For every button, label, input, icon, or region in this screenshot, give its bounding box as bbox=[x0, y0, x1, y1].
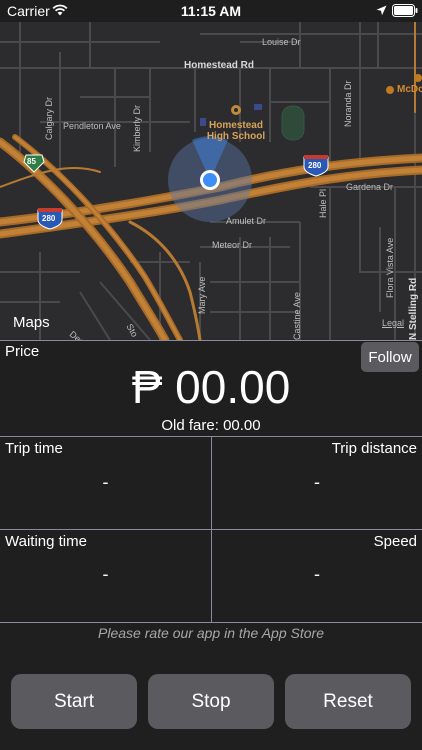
apple-maps-logo: Maps bbox=[11, 314, 50, 331]
battery-icon bbox=[392, 4, 418, 17]
clock: 11:15 AM bbox=[180, 3, 242, 19]
street-louise: Louise Dr bbox=[262, 37, 301, 47]
map-view[interactable]: Louise Dr Homestead Rd Pendleton Ave Cal… bbox=[0, 22, 422, 340]
interstate-280-shield-east: 280 bbox=[308, 161, 322, 170]
street-calgary: Calgary Dr bbox=[44, 96, 54, 140]
street-mary: Mary Ave bbox=[197, 276, 207, 314]
status-bar: Carrier 11:15 AM bbox=[0, 0, 422, 22]
reset-button[interactable]: Reset bbox=[285, 674, 411, 729]
price-label: Price bbox=[5, 343, 40, 360]
stop-button[interactable]: Stop bbox=[148, 674, 274, 729]
stats-row-divider bbox=[0, 529, 422, 530]
trip-distance-value: - bbox=[314, 472, 320, 492]
rate-app-prompt[interactable]: Please rate our app in the App Store bbox=[0, 625, 422, 641]
legal-link[interactable]: Legal bbox=[382, 318, 404, 328]
location-arrow-icon bbox=[376, 5, 387, 16]
trip-time-label: Trip time bbox=[5, 440, 63, 457]
interstate-280-shield-west: 280 bbox=[42, 214, 56, 223]
street-kimberly: Kimberly Dr bbox=[132, 104, 142, 152]
price-value: ₱ 00.00 bbox=[131, 361, 291, 413]
street-n-stelling: N Stelling Rd bbox=[408, 277, 419, 340]
school-label[interactable]: Homestead High School bbox=[204, 120, 268, 142]
street-gardena: Gardena Dr bbox=[346, 182, 394, 192]
trip-time-value: - bbox=[102, 472, 109, 492]
trip-distance-label: Trip distance bbox=[331, 440, 417, 457]
mcdonalds-label[interactable]: McDo bbox=[397, 84, 422, 95]
waiting-time-label: Waiting time bbox=[5, 533, 87, 550]
street-homestead-rd: Homestead Rd bbox=[184, 60, 255, 71]
school-label-line1: Homestead bbox=[209, 120, 263, 131]
street-noranda: Noranda Dr bbox=[343, 80, 353, 127]
waiting-time-value: - bbox=[102, 564, 109, 584]
start-button[interactable]: Start bbox=[11, 674, 137, 729]
street-castine: Castine Ave bbox=[292, 292, 302, 340]
street-hale: Hale Pl bbox=[318, 188, 328, 218]
street-flora-vista: Flora Vista Ave bbox=[385, 237, 395, 298]
speed-label: Speed bbox=[373, 533, 417, 550]
stats-bottom-divider bbox=[0, 622, 422, 623]
old-fare: Old fare: 00.00 bbox=[161, 417, 261, 434]
school-label-line2: High School bbox=[206, 131, 266, 142]
route-85-shield: 85 bbox=[27, 157, 36, 166]
street-pendleton: Pendleton Ave bbox=[63, 121, 121, 131]
maps-logo-text: Maps bbox=[13, 314, 50, 331]
speed-value: - bbox=[314, 564, 320, 584]
street-amulet: Amulet Dr bbox=[226, 216, 267, 226]
street-meteor: Meteor Dr bbox=[212, 240, 253, 250]
map-divider bbox=[0, 340, 422, 341]
